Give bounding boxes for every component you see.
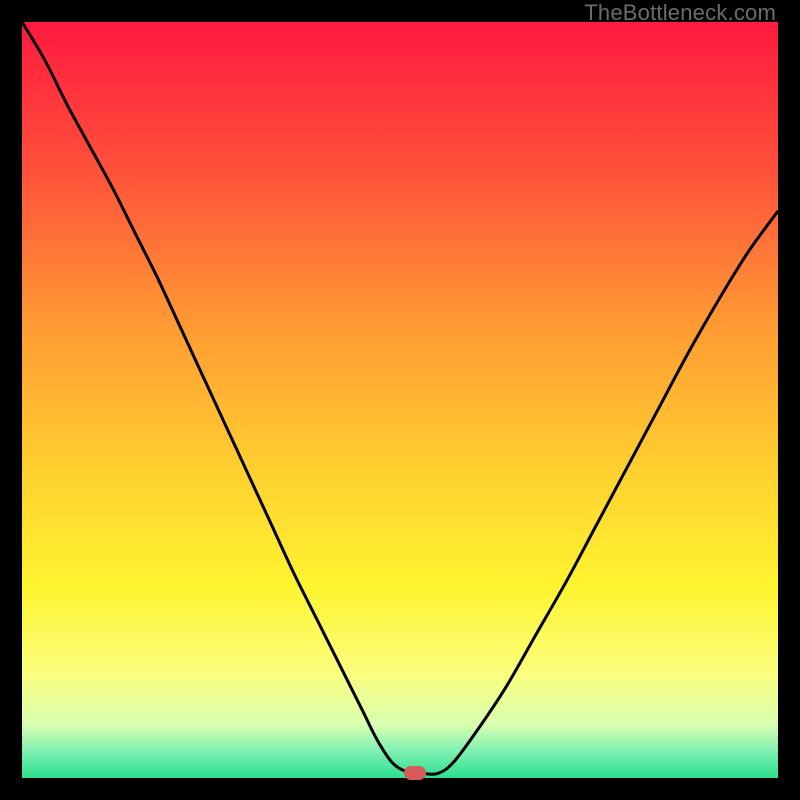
watermark-text: TheBottleneck.com	[584, 0, 776, 26]
chart-frame	[22, 22, 778, 778]
optimal-point-marker	[404, 766, 426, 780]
bottleneck-chart	[22, 22, 778, 778]
